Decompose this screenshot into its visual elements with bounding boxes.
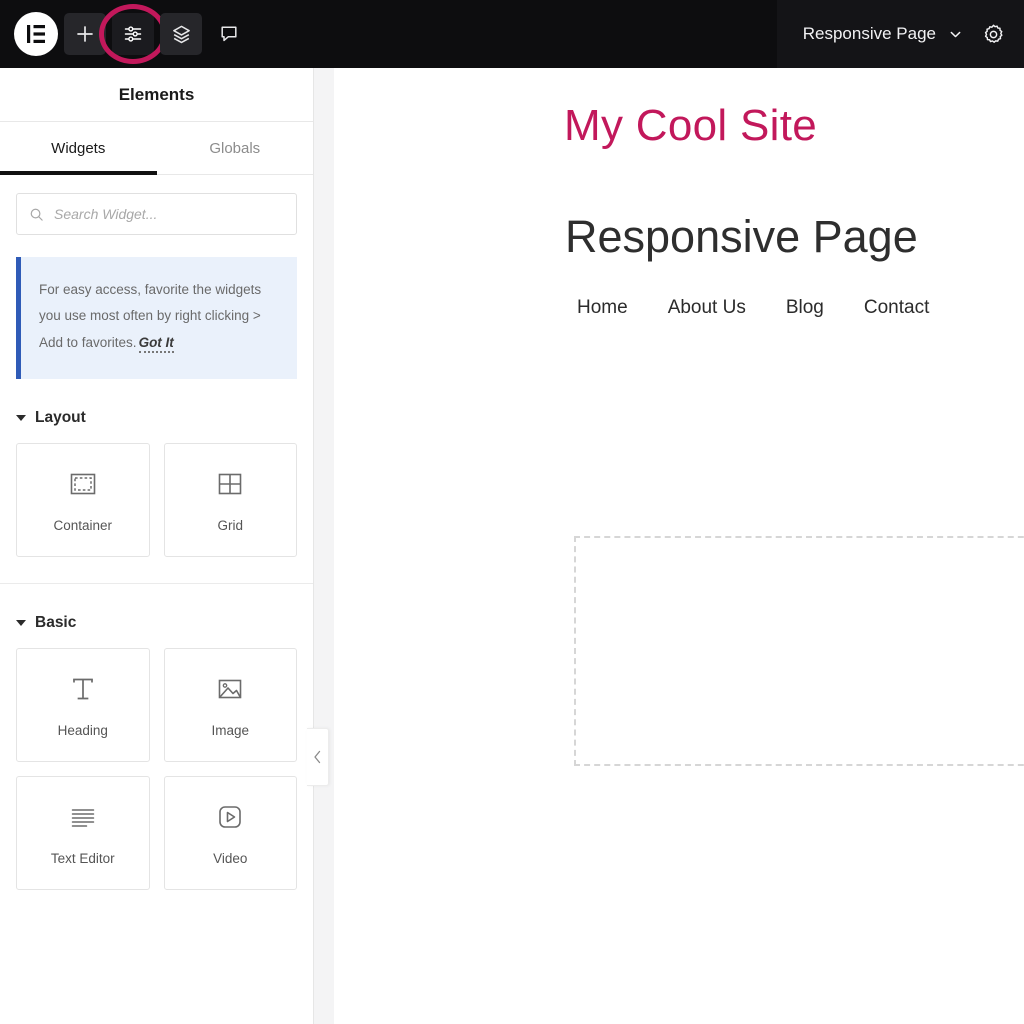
section-layout: Layout Container: [0, 409, 313, 557]
layers-icon: [171, 24, 192, 45]
editor-topbar: Responsive Page: [0, 0, 1024, 68]
section-layout-title: Layout: [35, 409, 86, 427]
plus-icon: [75, 24, 95, 44]
search-widget-box[interactable]: [16, 193, 297, 235]
widget-heading[interactable]: Heading: [16, 648, 150, 762]
panel-body: For easy access, favorite the widgets yo…: [0, 175, 313, 1024]
tab-globals[interactable]: Globals: [157, 122, 314, 174]
structure-button[interactable]: [160, 13, 202, 55]
widget-image-label: Image: [211, 723, 249, 738]
page-canvas[interactable]: My Cool Site Responsive Page Home About …: [334, 68, 1024, 1024]
widget-grid-label: Grid: [217, 518, 243, 533]
nav-item-about-us[interactable]: About Us: [668, 297, 746, 319]
site-title: My Cool Site: [564, 101, 1024, 151]
search-widget-wrap: [0, 175, 313, 235]
topbar-left-tools: [0, 12, 250, 56]
section-basic-widgets: Heading Image: [0, 648, 313, 890]
page-switcher[interactable]: Responsive Page: [803, 24, 963, 44]
elementor-logo-icon[interactable]: [14, 12, 58, 56]
tab-widgets[interactable]: Widgets: [0, 122, 157, 174]
text-editor-icon: [68, 800, 98, 834]
page-heading: Responsive Page: [565, 211, 1024, 263]
widget-image[interactable]: Image: [164, 648, 298, 762]
elements-panel: Elements Widgets Globals: [0, 68, 314, 1024]
tab-globals-label: Globals: [209, 140, 260, 157]
chevron-left-icon: [313, 750, 322, 764]
widget-container[interactable]: Container: [16, 443, 150, 557]
widget-container-label: Container: [53, 518, 112, 533]
sliders-icon: [123, 24, 143, 44]
add-element-button[interactable]: [64, 13, 106, 55]
widget-text-editor-label: Text Editor: [51, 851, 115, 866]
favorites-notice: For easy access, favorite the widgets yo…: [16, 257, 297, 379]
notes-button[interactable]: [208, 13, 250, 55]
comment-icon: [219, 24, 239, 44]
chevron-down-icon: [16, 620, 26, 626]
settings-button[interactable]: [981, 22, 1006, 47]
nav-item-blog[interactable]: Blog: [786, 297, 824, 319]
widget-video[interactable]: Video: [164, 776, 298, 890]
tab-widgets-label: Widgets: [51, 140, 105, 157]
widget-heading-label: Heading: [58, 723, 108, 738]
elementor-editor: Responsive Page My Cool Site Responsive …: [0, 0, 1024, 1024]
topbar-right-tools: Responsive Page: [777, 0, 1024, 68]
section-divider: [0, 583, 313, 584]
widget-grid[interactable]: Grid: [164, 443, 298, 557]
gear-icon: [981, 22, 1006, 47]
image-icon: [215, 672, 245, 706]
search-input[interactable]: [54, 206, 284, 222]
page-switcher-label: Responsive Page: [803, 24, 936, 44]
section-basic-header[interactable]: Basic: [0, 614, 313, 632]
search-icon: [29, 207, 44, 222]
widgets-panel-button[interactable]: [112, 13, 154, 55]
panel-collapse-button[interactable]: [307, 728, 329, 786]
favorites-notice-text: For easy access, favorite the widgets yo…: [39, 277, 277, 356]
empty-container-dropzone[interactable]: [574, 536, 1024, 766]
container-icon: [68, 467, 98, 501]
section-basic-title: Basic: [35, 614, 76, 632]
section-layout-widgets: Container Grid: [0, 443, 313, 557]
chevron-down-icon: [948, 27, 963, 42]
section-layout-header[interactable]: Layout: [0, 409, 313, 427]
video-icon: [215, 800, 245, 834]
widget-video-label: Video: [213, 851, 247, 866]
widget-text-editor[interactable]: Text Editor: [16, 776, 150, 890]
nav-item-home[interactable]: Home: [577, 297, 628, 319]
section-basic: Basic Heading: [0, 614, 313, 890]
site-navigation: Home About Us Blog Contact: [577, 297, 1024, 319]
grid-icon: [215, 467, 245, 501]
nav-item-contact[interactable]: Contact: [864, 297, 929, 319]
chevron-down-icon: [16, 415, 26, 421]
panel-title: Elements: [0, 68, 313, 122]
panel-tabs: Widgets Globals: [0, 122, 313, 175]
heading-icon: [68, 672, 98, 706]
got-it-button[interactable]: Got It: [139, 335, 174, 353]
